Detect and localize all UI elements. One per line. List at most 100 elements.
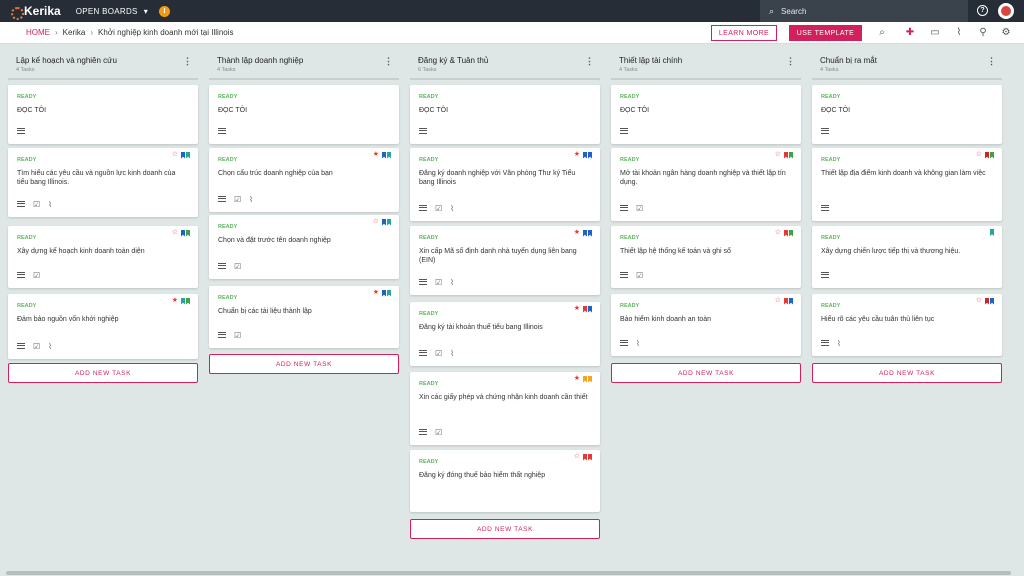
more-vert-icon[interactable]: ⋮	[987, 56, 996, 67]
task-card[interactable]: ☆ READY Xây dựng kế hoạch kinh doanh toàn…	[8, 226, 198, 288]
use-template-button[interactable]: USE TEMPLATE	[789, 25, 862, 41]
star-outline-icon[interactable]: ☆	[775, 229, 781, 237]
description-icon	[218, 262, 226, 271]
task-card[interactable]: ☆ READY Đăng ký đóng thuế bảo hiểm thất n…	[410, 450, 600, 512]
card-flags: ★	[373, 151, 391, 159]
horizontal-scrollbar[interactable]	[0, 570, 1024, 576]
tag-flag-icon	[583, 151, 587, 159]
task-card[interactable]: ☆ READY Thiết lập địa điểm kinh doanh và …	[812, 148, 1002, 221]
column-task-count: 4 Tasks	[619, 67, 638, 73]
help-icon[interactable]: ?	[977, 5, 988, 16]
task-card[interactable]: ☆ READY Mở tài khoản ngân hàng doanh nghi…	[611, 148, 801, 221]
star-filled-icon[interactable]: ★	[574, 375, 580, 383]
card-icons: ☑	[620, 271, 651, 280]
star-outline-icon[interactable]: ☆	[172, 229, 178, 237]
card-flags: ☆	[976, 151, 994, 159]
breadcrumb-home[interactable]: HOME	[26, 28, 50, 37]
more-vert-icon[interactable]: ⋮	[786, 56, 795, 67]
card-icons: ☑	[620, 204, 651, 213]
search-board-icon[interactable]: ⌕	[876, 27, 888, 39]
star-filled-icon[interactable]: ★	[574, 305, 580, 313]
attachment-icon: ⌇	[450, 204, 455, 213]
column-title[interactable]: Thiết lập tài chính	[619, 56, 793, 65]
chevron-right-icon: ›	[90, 28, 94, 37]
more-vert-icon[interactable]: ⋮	[585, 56, 594, 67]
task-card[interactable]: ★ READY Đảm bảo nguồn vốn khởi nghiệp ☑ ⌇	[8, 294, 198, 359]
star-filled-icon[interactable]: ★	[373, 289, 379, 297]
task-card[interactable]: ☆ READY Chọn và đặt trước tên doanh nghiệ…	[209, 215, 399, 279]
column-title[interactable]: Lập kế hoạch và nghiên cứu	[16, 56, 190, 65]
task-title: Đăng ký doanh nghiệp với Văn phòng Thư k…	[419, 170, 576, 186]
add-new-task-button[interactable]: ADD NEW TASK	[8, 363, 198, 383]
search-box[interactable]: ⌕ Search	[760, 0, 968, 22]
add-new-task-button[interactable]: ADD NEW TASK	[812, 363, 1002, 383]
column: Chuẩn bị ra mắt 4 Tasks ⋮ READY ĐỌC TÔI ☆ R…	[812, 44, 1002, 383]
wand-icon[interactable]: ⚲	[977, 27, 989, 39]
task-card[interactable]: ☆ READY Thiết lập hệ thống kế toán và ghi…	[611, 226, 801, 288]
status-label: READY	[218, 94, 238, 100]
learn-more-button[interactable]: LEARN MORE	[711, 25, 777, 41]
column-title[interactable]: Thành lập doanh nghiệp	[217, 56, 391, 65]
task-card[interactable]: READY ĐỌC TÔI	[812, 85, 1002, 144]
task-card[interactable]: ☆ READY Hiểu rõ các yêu cầu tuân thủ liên…	[812, 294, 1002, 356]
more-vert-icon[interactable]: ⋮	[384, 56, 393, 67]
description-icon	[620, 204, 628, 213]
breadcrumb-org[interactable]: Kerika	[63, 28, 86, 37]
card-flags: ☆	[775, 297, 793, 305]
task-title: Xây dựng kế hoạch kinh doanh toàn diện	[17, 248, 145, 255]
add-new-task-button[interactable]: ADD NEW TASK	[209, 354, 399, 374]
column-title[interactable]: Đăng ký & Tuân thủ	[418, 56, 592, 65]
star-filled-icon[interactable]: ★	[574, 229, 580, 237]
chat-icon[interactable]: ▭	[929, 27, 941, 39]
description-icon	[419, 428, 427, 437]
star-outline-icon[interactable]: ☆	[976, 297, 982, 305]
gear-icon[interactable]: ⚙	[1000, 27, 1012, 39]
org-badge-icon[interactable]: I	[159, 5, 171, 17]
card-icons	[821, 204, 837, 213]
star-outline-icon[interactable]: ☆	[574, 453, 580, 461]
star-outline-icon[interactable]: ☆	[373, 218, 379, 226]
star-filled-icon[interactable]: ★	[373, 151, 379, 159]
card-icons: ☑	[17, 271, 48, 280]
scrollbar-thumb[interactable]	[6, 571, 1011, 575]
avatar[interactable]	[998, 3, 1014, 19]
add-person-icon[interactable]: ✚	[904, 27, 916, 39]
status-label: READY	[419, 235, 439, 241]
tag-flag-icon	[583, 453, 587, 461]
task-card[interactable]: READY ĐỌC TÔI	[209, 85, 399, 144]
add-new-task-button[interactable]: ADD NEW TASK	[611, 363, 801, 383]
task-card[interactable]: ★ READY Xin cấp Mã số định danh nhà tuyển…	[410, 226, 600, 295]
task-card[interactable]: READY ĐỌC TÔI	[410, 85, 600, 144]
task-title: Chọn và đặt trước tên doanh nghiệp	[218, 237, 331, 244]
task-card[interactable]: ★ READY Đăng ký tài khoản thuế tiểu bang …	[410, 302, 600, 366]
task-card[interactable]: ★ READY Chuẩn bị các tài liệu thành lập ☑	[209, 286, 399, 348]
task-card[interactable]: READY ĐỌC TÔI	[8, 85, 198, 144]
task-card[interactable]: ★ READY Xin các giấy phép và chứng nhận k…	[410, 372, 600, 445]
card-flags: ★	[574, 151, 592, 159]
column-title[interactable]: Chuẩn bị ra mắt	[820, 56, 994, 65]
tag-flag-icon	[181, 229, 185, 237]
add-new-task-button[interactable]: ADD NEW TASK	[410, 519, 600, 539]
task-card[interactable]: ☆ READY Bảo hiểm kinh doanh an toàn ⌇	[611, 294, 801, 356]
column-header: Đăng ký & Tuân thủ 6 Tasks ⋮	[410, 44, 600, 80]
more-vert-icon[interactable]: ⋮	[183, 56, 192, 67]
task-card[interactable]: READY Xây dựng chiến lược tiếp thị và th…	[812, 226, 1002, 288]
task-card[interactable]: ☆ READY Tìm hiểu các yêu cầu và nguồn lực…	[8, 148, 198, 217]
column: Thành lập doanh nghiệp 4 Tasks ⋮ READY ĐỌ…	[209, 44, 399, 374]
task-card[interactable]: READY ĐỌC TÔI	[611, 85, 801, 144]
star-outline-icon[interactable]: ☆	[976, 151, 982, 159]
star-filled-icon[interactable]: ★	[574, 151, 580, 159]
task-title: Xin các giấy phép và chứng nhận kinh doa…	[419, 394, 588, 401]
task-card[interactable]: ★ READY Đăng ký doanh nghiệp với Văn phòn…	[410, 148, 600, 221]
star-filled-icon[interactable]: ★	[172, 297, 178, 305]
star-outline-icon[interactable]: ☆	[775, 151, 781, 159]
task-card[interactable]: ★ READY Chọn cấu trúc doanh nghiệp của bạ…	[209, 148, 399, 212]
tag-flag-icon	[387, 289, 391, 297]
open-boards-menu[interactable]: OPEN BOARDS ▾	[76, 7, 148, 16]
column: Lập kế hoạch và nghiên cứu 4 Tasks ⋮ READ…	[8, 44, 198, 383]
attachment-icon[interactable]: ⌇	[953, 27, 965, 39]
card-icons: ⌇	[620, 339, 648, 348]
star-outline-icon[interactable]: ☆	[775, 297, 781, 305]
star-outline-icon[interactable]: ☆	[172, 151, 178, 159]
kerika-logo[interactable]: Kerika	[10, 4, 61, 20]
